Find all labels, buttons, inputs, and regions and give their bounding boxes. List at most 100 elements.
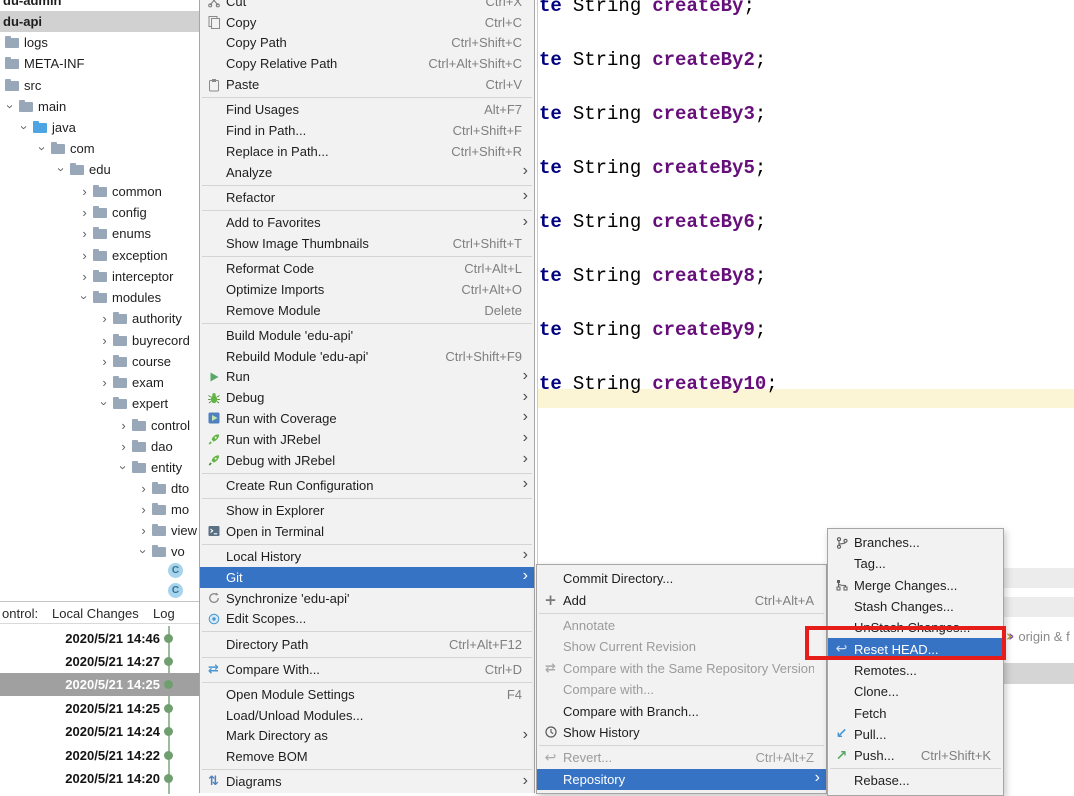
chevron-expanded-icon[interactable]: › <box>97 395 112 412</box>
tree-item-main[interactable]: › main <box>0 96 199 117</box>
menu-item-synchronize[interactable]: Synchronize 'edu-api' <box>200 588 534 609</box>
menu-item-copy-path[interactable]: Copy Path Ctrl+Shift+C <box>200 33 534 54</box>
tree-item-edu[interactable]: › edu <box>0 159 199 180</box>
chevron-expanded-icon[interactable]: › <box>17 119 32 136</box>
menu-item-fetch[interactable]: Fetch <box>828 702 1003 723</box>
menu-item-commit-directory[interactable]: Commit Directory... <box>537 568 826 589</box>
chevron-collapsed-icon[interactable]: › <box>115 419 132 432</box>
code-line[interactable]: te String createBy8; <box>539 265 766 287</box>
menu-item-mark-directory-as[interactable]: Mark Directory as <box>200 726 534 747</box>
chevron-expanded-icon[interactable]: › <box>35 140 50 157</box>
menu-item-paste[interactable]: Paste Ctrl+V <box>200 74 534 95</box>
tree-item-module-edu-api[interactable]: du-api <box>0 11 199 32</box>
commit-row[interactable]: 2020/5/21 14:20 <box>0 767 199 790</box>
commit-row[interactable]: 2020/5/21 14:24 <box>0 720 199 743</box>
tree-item-exception[interactable]: › exception <box>0 245 199 266</box>
chevron-expanded-icon[interactable]: › <box>116 459 131 476</box>
menu-item-local-history[interactable]: Local History <box>200 546 534 567</box>
chevron-collapsed-icon[interactable]: › <box>135 524 152 537</box>
menu-item-show-history[interactable]: Show History <box>537 722 826 743</box>
menu-item-rebase[interactable]: Rebase... <box>828 770 1003 791</box>
menu-item-show-in-explorer[interactable]: Show in Explorer <box>200 500 534 521</box>
tree-item-authority[interactable]: › authority <box>0 308 199 329</box>
code-line[interactable]: te String createBy10; <box>539 373 778 395</box>
chevron-collapsed-icon[interactable]: › <box>76 249 93 262</box>
menu-item-unstash-changes[interactable]: UnStash Changes... <box>828 617 1003 638</box>
tab-log[interactable]: Log <box>153 606 175 621</box>
menu-item-show-image-thumbnails[interactable]: Show Image Thumbnails Ctrl+Shift+T <box>200 233 534 254</box>
code-line[interactable]: te String createBy2; <box>539 49 766 71</box>
menu-item-tag[interactable]: Tag... <box>828 553 1003 574</box>
tree-item-model[interactable]: › mo <box>0 499 199 520</box>
tree-item-entity[interactable]: › entity <box>0 457 199 478</box>
menu-item-rebuild-module[interactable]: Rebuild Module 'edu-api' Ctrl+Shift+F9 <box>200 346 534 367</box>
chevron-collapsed-icon[interactable]: › <box>96 334 113 347</box>
menu-item-run-with-coverage[interactable]: Run with Coverage <box>200 408 534 429</box>
chevron-expanded-icon[interactable]: › <box>136 543 151 560</box>
menu-item-compare-with-branch[interactable]: Compare with Branch... <box>537 700 826 721</box>
code-line[interactable]: te String createBy9; <box>539 319 766 341</box>
menu-item-remotes[interactable]: Remotes... <box>828 660 1003 681</box>
menu-item-push[interactable]: ↗ Push... Ctrl+Shift+K <box>828 745 1003 766</box>
tree-item-vo[interactable]: › vo <box>0 541 199 562</box>
tree-item-dao[interactable]: › dao <box>0 436 199 457</box>
menu-item-reset-head[interactable]: ↩ Reset HEAD... <box>828 638 1003 660</box>
tree-item-meta-inf[interactable]: META-INF <box>0 53 199 74</box>
menu-item-copy-relative-path[interactable]: Copy Relative Path Ctrl+Alt+Shift+C <box>200 53 534 74</box>
menu-item-run-with-jrebel[interactable]: Run with JRebel <box>200 429 534 450</box>
code-line[interactable]: te String createBy3; <box>539 103 766 125</box>
branch-label[interactable]: › › origin & f <box>1006 626 1070 646</box>
chevron-collapsed-icon[interactable]: › <box>76 227 93 240</box>
chevron-collapsed-icon[interactable]: › <box>135 482 152 495</box>
tree-item-com[interactable]: › com <box>0 138 199 159</box>
menu-item-debug-with-jrebel[interactable]: Debug with JRebel <box>200 450 534 471</box>
chevron-expanded-icon[interactable]: › <box>3 98 18 115</box>
menu-item-create-run-configuration[interactable]: Create Run Configuration <box>200 475 534 496</box>
tree-item-common[interactable]: › common <box>0 181 199 202</box>
menu-item-edit-scopes[interactable]: Edit Scopes... <box>200 608 534 629</box>
tree-item-course[interactable]: › course <box>0 351 199 372</box>
commit-row[interactable]: 2020/5/21 14:25 <box>0 697 199 720</box>
tree-item-expert[interactable]: › expert <box>0 393 199 414</box>
commit-row[interactable]: 2020/5/21 14:46 <box>0 627 199 650</box>
menu-item-refactor[interactable]: Refactor <box>200 187 534 208</box>
tree-item-config[interactable]: › config <box>0 202 199 223</box>
chevron-collapsed-icon[interactable]: › <box>96 376 113 389</box>
tree-item-view[interactable]: › view <box>0 520 199 541</box>
tree-item-exam[interactable]: › exam <box>0 372 199 393</box>
chevron-collapsed-icon[interactable]: › <box>96 312 113 325</box>
menu-item-remove-module[interactable]: Remove Module Delete <box>200 300 534 321</box>
menu-item-add-to-favorites[interactable]: Add to Favorites <box>200 212 534 233</box>
tree-item-dto[interactable]: › dto <box>0 478 199 499</box>
tree-item-src[interactable]: src <box>0 75 199 96</box>
tree-item-controller[interactable]: › control <box>0 415 199 436</box>
menu-item-cut[interactable]: Cut Ctrl+X <box>200 0 534 12</box>
tree-item-enums[interactable]: › enums <box>0 223 199 244</box>
tab-local-changes[interactable]: Local Changes <box>52 606 139 621</box>
chevron-expanded-icon[interactable]: › <box>77 289 92 306</box>
menu-item-diagrams[interactable]: ⇅ Diagrams <box>200 772 534 793</box>
commit-row-selected[interactable]: 2020/5/21 14:25 <box>0 673 199 696</box>
tree-item-module-edu-admin[interactable]: du-admin <box>0 0 199 11</box>
menu-item-replace-in-path[interactable]: Replace in Path... Ctrl+Shift+R <box>200 141 534 162</box>
chevron-expanded-icon[interactable]: › <box>54 161 69 178</box>
tree-item-java[interactable]: › java <box>0 117 199 138</box>
tree-item-class[interactable]: C <box>0 560 199 581</box>
menu-item-add[interactable]: + Add Ctrl+Alt+A <box>537 589 826 610</box>
menu-item-analyze[interactable]: Analyze <box>200 162 534 183</box>
chevron-collapsed-icon[interactable]: › <box>135 503 152 516</box>
chevron-collapsed-icon[interactable]: › <box>96 355 113 368</box>
code-line[interactable]: te String createBy; <box>539 0 755 17</box>
tree-item-modules[interactable]: › modules <box>0 287 199 308</box>
chevron-collapsed-icon[interactable]: › <box>115 440 132 453</box>
menu-item-find-usages[interactable]: Find Usages Alt+F7 <box>200 99 534 120</box>
tree-item-interceptor[interactable]: › interceptor <box>0 266 199 287</box>
code-line[interactable]: te String createBy6; <box>539 211 766 233</box>
code-line[interactable]: te String createBy5; <box>539 157 766 179</box>
menu-item-git[interactable]: Git <box>200 566 534 588</box>
menu-item-open-module-settings[interactable]: Open Module Settings F4 <box>200 684 534 705</box>
chevron-collapsed-icon[interactable]: › <box>76 206 93 219</box>
menu-item-clone[interactable]: Clone... <box>828 681 1003 702</box>
menu-item-pull[interactable]: ↙ Pull... <box>828 724 1003 745</box>
menu-item-remove-bom[interactable]: Remove BOM <box>200 746 534 767</box>
